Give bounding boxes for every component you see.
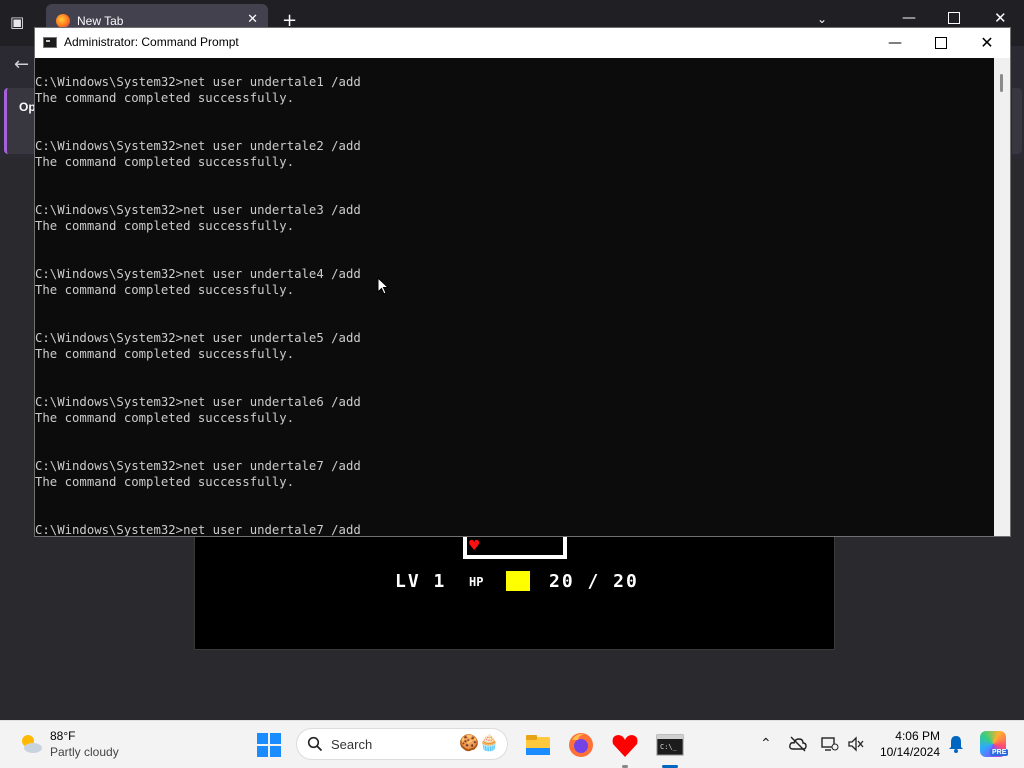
soul-heart-icon: ♥ — [468, 538, 481, 554]
console-output-line: The command completed successfully. — [35, 475, 295, 489]
firefox-favicon-icon — [56, 14, 70, 28]
browser-restore-button[interactable] — [948, 12, 960, 24]
console-output-line: The command completed successfully. — [35, 155, 295, 169]
console-output-line: The command completed successfully. — [35, 219, 295, 233]
list-all-tabs-icon[interactable]: ⌄ — [817, 12, 827, 26]
hp-bar — [506, 571, 530, 591]
command-prompt-taskbar-icon[interactable]: C:\_ — [655, 730, 685, 760]
undertale-heart-icon[interactable] — [610, 730, 640, 760]
tab-title: New Tab — [77, 14, 124, 28]
cmd-minimize-button[interactable]: — — [872, 28, 918, 58]
maximize-icon — [935, 37, 947, 49]
console-output-line: The command completed successfully. — [35, 411, 295, 425]
cmd-titlebar[interactable]: Administrator: Command Prompt — ✕ — [35, 28, 1010, 58]
console-command-line: C:\Windows\System32>net user undertale6 … — [35, 395, 361, 409]
volume-muted-icon[interactable] — [847, 736, 865, 752]
clock-date[interactable]: 10/14/2024 — [874, 745, 940, 759]
console-output-line: The command completed successfully. — [35, 347, 295, 361]
console-output[interactable]: C:\Windows\System32>net user undertale1 … — [35, 58, 994, 536]
console-current-input[interactable]: C:\Windows\System32>net user undertale7 … — [35, 522, 994, 536]
hp-bar-fill — [506, 571, 530, 591]
file-explorer-icon[interactable] — [523, 730, 553, 760]
page-card[interactable] — [4, 88, 37, 154]
hp-value: 20 / 20 — [549, 571, 639, 592]
start-button[interactable] — [257, 733, 281, 757]
console-command-line: C:\Windows\System32>net user undertale7 … — [35, 459, 361, 473]
command-prompt-icon — [43, 37, 57, 48]
console-output-line: The command completed successfully. — [35, 283, 295, 297]
cmd-scroll-thumb[interactable] — [1000, 74, 1003, 92]
game-window[interactable]: ♥ LV 1 HP 20 / 20 — [194, 536, 835, 650]
page-card-edge — [1012, 88, 1022, 154]
chevron-up-icon[interactable]: ⌃ — [760, 735, 772, 752]
taskbar: 88°F Partly cloudy Search 🍪🧁 C:\_ ⌃ 4:06… — [0, 720, 1024, 768]
search-highlight-icon: 🍪🧁 — [459, 735, 499, 752]
clock-time[interactable]: 4:06 PM — [886, 729, 940, 743]
notification-bell-icon[interactable] — [948, 735, 964, 753]
console-command-line: C:\Windows\System32>net user undertale5 … — [35, 331, 361, 345]
search-icon — [307, 736, 323, 752]
browser-minimize-button[interactable]: — — [902, 10, 916, 26]
taskbar-search[interactable]: Search 🍪🧁 — [296, 728, 508, 760]
love-level: LV 1 — [395, 571, 447, 592]
firefox-icon[interactable] — [566, 730, 596, 760]
tab-close-icon[interactable]: ✕ — [247, 12, 258, 27]
console-command-line: C:\Windows\System32>net user undertale4 … — [35, 267, 361, 281]
search-label: Search — [331, 737, 373, 752]
cmd-scrollbar[interactable] — [994, 58, 1010, 536]
console-command-line: C:\Windows\System32>net user undertale2 … — [35, 139, 361, 153]
console-command-line: C:\Windows\System32>net user undertale3 … — [35, 203, 361, 217]
copilot-preview-badge: PRE — [990, 749, 1009, 756]
cmd-window-title: Administrator: Command Prompt — [64, 35, 239, 49]
svg-text:C:\_: C:\_ — [660, 743, 678, 751]
command-prompt-window[interactable]: Administrator: Command Prompt — ✕ C:\Win… — [34, 27, 1011, 537]
cmd-maximize-button[interactable] — [918, 28, 964, 58]
tab-list-icon[interactable]: ▣ — [10, 14, 30, 30]
console-output-line: The command completed successfully. — [35, 91, 295, 105]
browser-close-button[interactable]: ✕ — [994, 9, 1007, 27]
console-command-line: C:\Windows\System32>net user undertale1 … — [35, 75, 361, 89]
hp-label: HP — [469, 575, 484, 589]
onedrive-offline-icon[interactable] — [789, 736, 807, 752]
network-icon[interactable] — [821, 736, 839, 752]
weather-condition[interactable]: Partly cloudy — [50, 745, 119, 759]
weather-temperature[interactable]: 88°F — [50, 729, 75, 743]
back-arrow-icon[interactable]: ← — [14, 54, 29, 75]
partly-cloudy-icon[interactable] — [18, 731, 44, 757]
console-lines: C:\Windows\System32>net user undertale1 … — [35, 58, 994, 536]
cmd-close-button[interactable]: ✕ — [964, 28, 1010, 58]
